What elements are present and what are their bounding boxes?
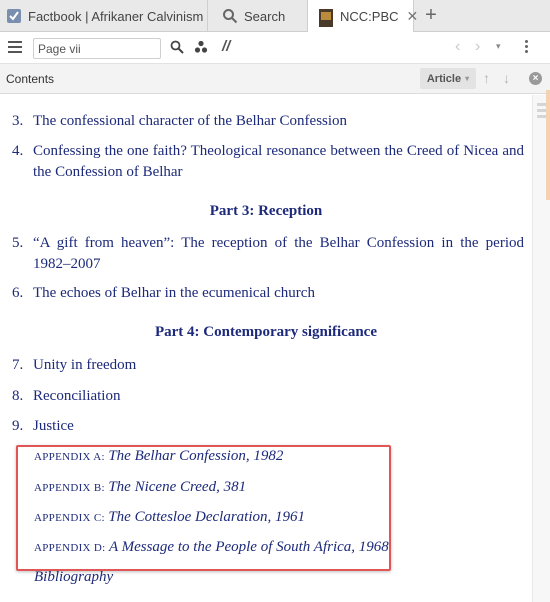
arrow-down-icon[interactable]: ↓: [503, 70, 510, 86]
tab-search[interactable]: Search: [212, 0, 308, 32]
toc-item[interactable]: 8. Reconciliation: [12, 386, 524, 407]
scroll-thumb[interactable]: [537, 103, 546, 127]
tab-factbook[interactable]: Factbook | Afrikaner Calvinism: [0, 0, 208, 32]
toc-item[interactable]: 3. The confessional character of the Bel…: [12, 111, 524, 132]
parallel-resources-icon[interactable]: //: [222, 38, 230, 55]
menu-icon[interactable]: [8, 41, 22, 53]
toc-item[interactable]: 7. Unity in freedom: [12, 355, 524, 376]
search-icon: [222, 8, 238, 24]
toc-number: 7.: [12, 357, 24, 373]
visual-filter-icon[interactable]: [194, 40, 208, 57]
checkbox-icon: [6, 8, 22, 24]
toc-number: 5.: [12, 235, 24, 251]
book-icon: [318, 8, 334, 27]
toc-number: 3.: [12, 113, 24, 129]
toc-item[interactable]: 4. Confessing the one faith? Theological…: [12, 141, 524, 183]
tab-label: Factbook | Afrikaner Calvinism: [28, 8, 204, 24]
highlight-box: [16, 445, 391, 571]
toc-item[interactable]: 6. The echoes of Belhar in the ecumenica…: [12, 283, 524, 304]
toc-link[interactable]: Justice: [33, 416, 524, 437]
part-heading: Part 4: Contemporary significance: [154, 324, 378, 340]
history-dropdown-icon[interactable]: ▾: [496, 41, 501, 52]
toc-link[interactable]: Reconciliation: [33, 386, 524, 407]
toc-link[interactable]: Confessing the one faith? Theological re…: [33, 141, 524, 183]
arrow-up-icon[interactable]: ↑: [483, 70, 490, 86]
toc-number: 8.: [12, 388, 24, 404]
toolbar: // ‹ › ▾: [0, 32, 550, 64]
article-label: Article: [426, 72, 462, 85]
toc-item[interactable]: 5. “A gift from heaven”: The reception o…: [12, 233, 524, 275]
toc-number: 6.: [12, 285, 24, 301]
panel-title: Contents: [6, 72, 55, 86]
part-heading: Part 3: Reception: [209, 203, 323, 219]
toc-link[interactable]: The echoes of Belhar in the ecumenical c…: [33, 283, 524, 304]
search-icon[interactable]: [170, 40, 184, 57]
chevron-down-icon: ▾: [465, 74, 470, 83]
toc-link[interactable]: Unity in freedom: [33, 355, 524, 376]
side-accent: [546, 90, 550, 200]
bibliography-link[interactable]: Bibliography: [34, 569, 113, 586]
back-icon[interactable]: ‹: [455, 38, 460, 56]
toc-link[interactable]: “A gift from heaven”: The reception of t…: [33, 233, 524, 275]
add-tab-icon[interactable]: +: [420, 5, 442, 27]
forward-icon[interactable]: ›: [475, 38, 480, 56]
contents-header: Contents Article ▾ ↑ ↓ ×: [0, 64, 550, 94]
toc-number: 4.: [12, 143, 24, 159]
tab-ncc-pbc[interactable]: NCC:PBC ✕: [308, 0, 418, 33]
article-dropdown[interactable]: Article ▾: [420, 68, 476, 89]
close-icon[interactable]: ✕: [407, 8, 419, 25]
toc-link[interactable]: The confessional character of the Belhar…: [33, 111, 524, 132]
tab-label: NCC:PBC: [340, 9, 399, 24]
tab-bar: Factbook | Afrikaner Calvinism Search NC…: [0, 0, 550, 33]
tab-label: Search: [244, 8, 286, 24]
toc-item[interactable]: 9. Justice: [12, 416, 524, 437]
toc-number: 9.: [12, 418, 24, 434]
close-panel-icon[interactable]: ×: [529, 72, 542, 85]
page-input[interactable]: [33, 38, 161, 59]
more-options-icon[interactable]: [525, 40, 529, 55]
